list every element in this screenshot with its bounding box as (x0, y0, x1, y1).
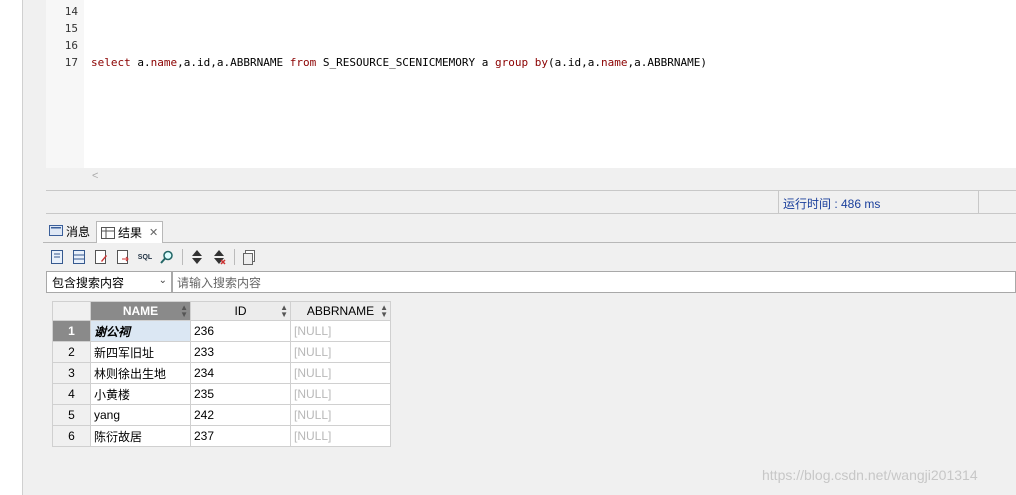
table-row[interactable]: 6 陈衍故居 237 [NULL] (52, 425, 391, 447)
toolbar-separator (182, 249, 183, 265)
search-mode-value: 包含搜索内容 (52, 275, 125, 290)
result-toolbar: SQL (48, 247, 262, 267)
search-input[interactable]: 请输入搜索内容 (172, 271, 1016, 293)
sql-text: ,a.ABBRNAME) (627, 56, 707, 69)
cell-name[interactable]: yang (90, 404, 191, 426)
result-grid-icon (101, 226, 115, 239)
copy-icon[interactable] (240, 248, 258, 266)
cell-id[interactable]: 234 (190, 362, 291, 384)
tab-label: 消息 (66, 224, 91, 239)
runtime-status: 运行时间 : 486 ms (783, 197, 881, 211)
sql-editor[interactable] (46, 0, 1016, 168)
left-panel-strip (0, 0, 22, 495)
watermark-text: https://blog.csdn.net/wangji201314 (762, 467, 978, 483)
sql-keyword: from (289, 56, 317, 69)
search-icon[interactable] (158, 248, 176, 266)
table-row[interactable]: 4 小黄楼 235 [NULL] (52, 383, 391, 405)
line-number: 17 (64, 56, 78, 69)
table-row[interactable]: 1 谢公祠 236 [NULL] (52, 320, 391, 342)
status-divider (778, 191, 779, 213)
row-number-header[interactable] (52, 301, 91, 321)
table-row[interactable]: 2 新四军旧址 233 [NULL] (52, 341, 391, 363)
row-number[interactable]: 6 (52, 425, 91, 447)
line-number: 14 (64, 5, 78, 18)
row-number[interactable]: 3 (52, 362, 91, 384)
cell-name[interactable]: 陈衍故居 (90, 425, 191, 447)
cell-name[interactable]: 新四军旧址 (90, 341, 191, 363)
scroll-left-icon[interactable]: < (92, 170, 98, 182)
row-number[interactable]: 1 (52, 320, 91, 342)
tab-results[interactable]: 结果 ✕ (96, 221, 164, 243)
status-divider (978, 191, 979, 213)
cell-abbrname[interactable]: [NULL] (290, 425, 391, 447)
sql-keyword: by (534, 56, 549, 69)
sort-arrows-icon: ▲ ▼ (180, 303, 188, 319)
sql-code-line[interactable]: select a.name,a.id,a.ABBRNAME from S_RES… (91, 56, 707, 69)
sort-asc-icon[interactable] (188, 248, 206, 266)
cell-abbrname[interactable]: [NULL] (290, 341, 391, 363)
editor-horizontal-scrollbar[interactable] (46, 168, 1016, 186)
left-panel-divider[interactable] (22, 0, 23, 495)
cell-id[interactable]: 235 (190, 383, 291, 405)
search-mode-select[interactable]: 包含搜索内容 ⌄ (46, 271, 172, 293)
message-icon (49, 225, 63, 236)
sort-arrows-icon: ▲ ▼ (380, 303, 388, 319)
column-header-id[interactable]: ID ▲ ▼ (190, 301, 291, 321)
row-number[interactable]: 2 (52, 341, 91, 363)
column-header-abbrname[interactable]: ABBRNAME ▲ ▼ (290, 301, 391, 321)
sql-text: a. (130, 56, 151, 69)
sql-text: S_RESOURCE_SCENICMEMORY a (316, 56, 496, 69)
toolbar-separator (234, 249, 235, 265)
cell-id[interactable]: 242 (190, 404, 291, 426)
column-header-name[interactable]: NAME ▲ ▼ (90, 301, 191, 321)
column-header-label: ID (234, 304, 247, 318)
cell-name[interactable]: 谢公祠 (90, 320, 191, 342)
sql-text: ,a.id,a.ABBRNAME (177, 56, 290, 69)
search-placeholder: 请输入搜索内容 (177, 275, 262, 290)
row-number[interactable]: 4 (52, 383, 91, 405)
chevron-down-icon[interactable]: ⌄ (159, 275, 167, 286)
row-number[interactable]: 5 (52, 404, 91, 426)
edit-doc-icon[interactable] (92, 248, 110, 266)
sql-icon[interactable]: SQL (136, 248, 154, 266)
grid-header-row: NAME ▲ ▼ ID ▲ ▼ ABBRNAME ▲ ▼ (52, 301, 391, 321)
table-row[interactable]: 3 林则徐出生地 234 [NULL] (52, 362, 391, 384)
cell-abbrname[interactable]: [NULL] (290, 362, 391, 384)
tab-label: 结果 (118, 226, 143, 240)
export-doc-icon[interactable] (114, 248, 132, 266)
sql-keyword: group (495, 56, 529, 69)
sql-text: (a.id,a. (548, 56, 602, 69)
cell-abbrname[interactable]: [NULL] (290, 404, 391, 426)
cell-id[interactable]: 237 (190, 425, 291, 447)
line-number: 16 (64, 39, 78, 52)
column-header-label: NAME (122, 304, 159, 318)
grid-view-icon[interactable] (70, 248, 88, 266)
cell-abbrname[interactable]: [NULL] (290, 320, 391, 342)
table-row[interactable]: 5 yang 242 [NULL] (52, 404, 391, 426)
close-icon[interactable]: ✕ (149, 226, 158, 239)
sort-desc-icon[interactable] (210, 248, 228, 266)
sql-keyword: select (91, 56, 131, 69)
line-number: 15 (64, 22, 78, 35)
cell-id[interactable]: 233 (190, 341, 291, 363)
tab-messages[interactable]: 消息 (45, 221, 94, 241)
document-icon[interactable] (48, 248, 66, 266)
sql-keyword: name (150, 56, 178, 69)
result-tab-bar (43, 221, 1016, 243)
sql-icon-label: SQL (137, 253, 153, 261)
sort-arrows-icon: ▲ ▼ (280, 303, 288, 319)
cell-name[interactable]: 小黄楼 (90, 383, 191, 405)
cell-abbrname[interactable]: [NULL] (290, 383, 391, 405)
result-grid[interactable]: NAME ▲ ▼ ID ▲ ▼ ABBRNAME ▲ ▼ 1 谢公祠 236 [NULL] … (52, 301, 391, 447)
sql-keyword: name (601, 56, 628, 69)
column-header-label: ABBRNAME (306, 304, 375, 318)
cell-id[interactable]: 236 (190, 320, 291, 342)
cell-name[interactable]: 林则徐出生地 (90, 362, 191, 384)
